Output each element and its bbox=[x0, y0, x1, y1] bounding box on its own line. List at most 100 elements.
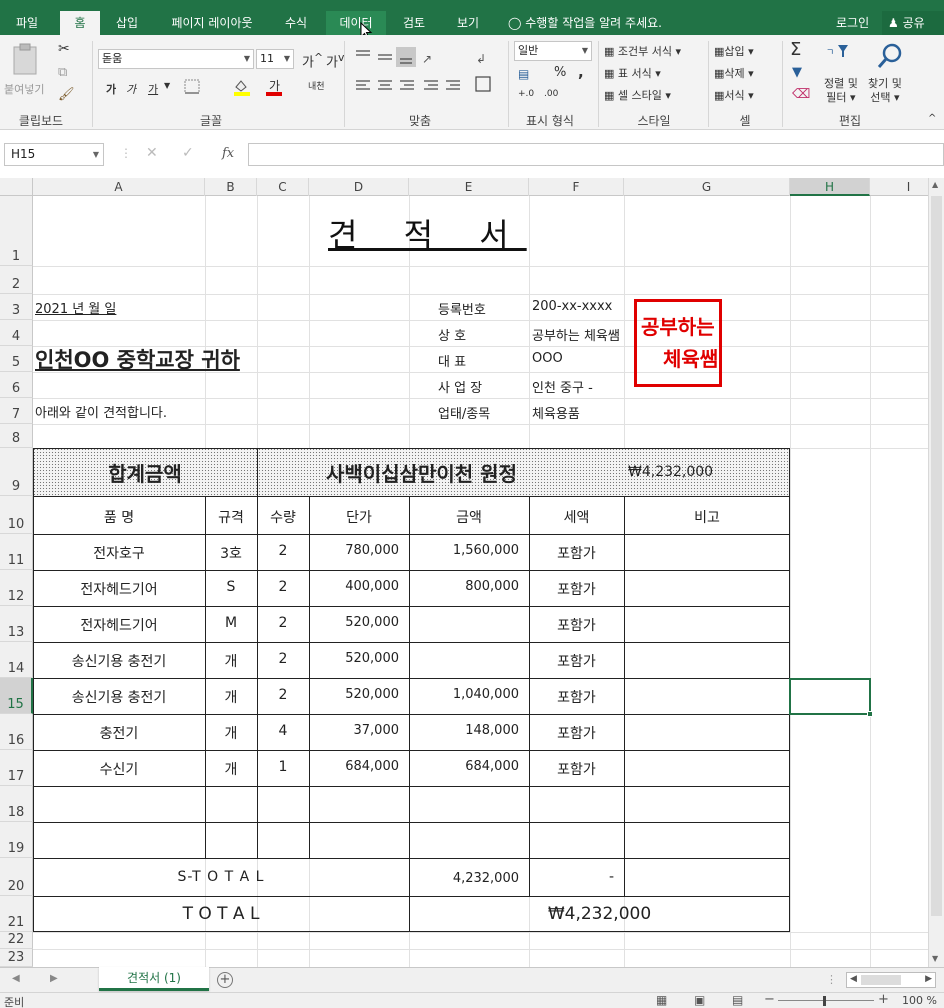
subtotal-label[interactable]: S-T O T A L bbox=[33, 869, 409, 885]
format-cells-button[interactable]: ▦서식 ▾ bbox=[714, 87, 754, 103]
item-qty[interactable]: 2 bbox=[257, 543, 309, 559]
row-header-8[interactable]: 8 bbox=[0, 424, 33, 448]
item-tax[interactable]: 포함가 bbox=[529, 615, 624, 635]
row-header-15[interactable]: 15 bbox=[0, 678, 33, 714]
clear-icon[interactable]: ⌫ bbox=[792, 87, 810, 102]
scroll-down-icon[interactable]: ▼ bbox=[932, 954, 938, 963]
increase-decimal-icon[interactable]: +.0 bbox=[518, 89, 534, 99]
column-header-d[interactable]: D bbox=[309, 178, 409, 196]
recipient-cell[interactable]: 인천OO 중학교장 귀하 bbox=[35, 344, 240, 374]
row-header-14[interactable]: 14 bbox=[0, 642, 33, 678]
underline-button[interactable]: 가 bbox=[148, 81, 158, 97]
tab-insert[interactable]: 삽입 bbox=[104, 11, 150, 35]
sheet-nav-prev-icon[interactable]: ◀ bbox=[12, 973, 20, 984]
autosum-icon[interactable]: Σ bbox=[790, 39, 801, 60]
company-seal[interactable]: 공부하는 체육쌤 bbox=[634, 299, 722, 387]
item-name[interactable]: 전자헤드기어 bbox=[33, 615, 205, 635]
name-box[interactable]: H15 ▼ bbox=[4, 143, 104, 166]
column-header-h[interactable]: H bbox=[790, 178, 870, 196]
item-spec[interactable]: 개 bbox=[205, 687, 257, 707]
tab-view[interactable]: 보기 bbox=[444, 11, 492, 35]
item-amount[interactable]: 1,560,000 bbox=[409, 543, 519, 558]
row-header-22[interactable]: 22 bbox=[0, 932, 33, 949]
currency-icon[interactable]: ▤ bbox=[518, 67, 529, 81]
total-in-words[interactable]: 사백이십삼만이천 원정 bbox=[326, 458, 517, 487]
row-header-17[interactable]: 17 bbox=[0, 750, 33, 786]
font-size-combo[interactable]: 11 ▼ bbox=[256, 49, 294, 69]
item-name[interactable]: 수신기 bbox=[33, 759, 205, 779]
font-name-combo[interactable]: 돋움 ▼ bbox=[98, 49, 254, 69]
header-note[interactable]: 비고 bbox=[624, 507, 790, 527]
zoom-in-icon[interactable]: + bbox=[878, 992, 889, 1007]
column-header-f[interactable]: F bbox=[529, 178, 624, 196]
item-spec[interactable]: 개 bbox=[205, 651, 257, 671]
row-header-2[interactable]: 2 bbox=[0, 266, 33, 294]
row-header-9[interactable]: 9 bbox=[0, 448, 33, 496]
header-qty[interactable]: 수량 bbox=[257, 507, 309, 527]
tab-home[interactable]: 홈 bbox=[60, 11, 100, 35]
item-spec[interactable]: 3호 bbox=[205, 543, 257, 563]
percent-button[interactable]: % bbox=[554, 65, 566, 80]
total-amount[interactable]: ₩4,232,000 bbox=[628, 464, 713, 480]
alignment-icons[interactable]: ↗ ↲ bbox=[352, 47, 492, 99]
grow-font-button[interactable]: 가^ bbox=[302, 51, 323, 70]
find-icon[interactable] bbox=[876, 43, 904, 71]
row-header-20[interactable]: 20 bbox=[0, 858, 33, 896]
row-header-19[interactable]: 19 bbox=[0, 822, 33, 858]
row-header-10[interactable]: 10 bbox=[0, 496, 33, 534]
info-label[interactable]: 업태/종목 bbox=[438, 403, 490, 422]
conditional-format-button[interactable]: ▦ 조건부 서식 ▾ bbox=[604, 43, 681, 59]
column-header-e[interactable]: E bbox=[409, 178, 529, 196]
copy-icon[interactable]: ⧉ bbox=[58, 65, 67, 80]
sort-filter-button[interactable]: 정렬 및 필터 ▾ bbox=[824, 77, 858, 105]
format-as-table-button[interactable]: ▦ 표 서식 ▾ bbox=[604, 65, 661, 81]
item-name[interactable]: 충전기 bbox=[33, 723, 205, 743]
collapse-ribbon-icon[interactable]: ^ bbox=[928, 113, 936, 124]
fill-color-icon[interactable] bbox=[232, 77, 252, 97]
row-header-12[interactable]: 12 bbox=[0, 570, 33, 606]
fill-icon[interactable]: ▼ bbox=[792, 65, 802, 80]
vertical-scrollbar[interactable]: ▲ ▼ bbox=[928, 178, 944, 967]
page-break-view-icon[interactable]: ▤ bbox=[732, 993, 743, 1007]
font-color-button[interactable]: 가 bbox=[266, 77, 284, 97]
item-name[interactable]: 송신기용 충전기 bbox=[33, 687, 205, 707]
info-value[interactable]: 체육용품 bbox=[532, 403, 580, 422]
scroll-right-icon[interactable]: ▶ bbox=[925, 974, 932, 984]
zoom-level[interactable]: 100 % bbox=[902, 994, 937, 1007]
active-cell-selection[interactable] bbox=[789, 678, 873, 717]
row-header-18[interactable]: 18 bbox=[0, 786, 33, 822]
info-value[interactable]: 공부하는 체육쌤 bbox=[532, 325, 620, 344]
item-spec[interactable]: S bbox=[205, 579, 257, 595]
item-tax[interactable]: 포함가 bbox=[529, 759, 624, 779]
header-amount[interactable]: 금액 bbox=[409, 507, 529, 527]
format-painter-icon[interactable]: 🖌 bbox=[58, 87, 75, 102]
info-label[interactable]: 대 표 bbox=[438, 351, 466, 370]
row-header-23[interactable]: 23 bbox=[0, 949, 33, 967]
item-price[interactable]: 520,000 bbox=[309, 615, 399, 630]
row-header-3[interactable]: 3 bbox=[0, 294, 33, 320]
cell-styles-button[interactable]: ▦ 셀 스타일 ▾ bbox=[604, 87, 671, 103]
tab-data[interactable]: 데이터 bbox=[326, 11, 386, 35]
enter-icon[interactable]: ✓ bbox=[182, 145, 194, 161]
horizontal-scrollbar[interactable]: ◀ ▶ bbox=[846, 972, 936, 988]
row-header-11[interactable]: 11 bbox=[0, 534, 33, 570]
bold-button[interactable]: 가 bbox=[106, 81, 116, 97]
login-link[interactable]: 로그인 bbox=[836, 11, 869, 35]
item-qty[interactable]: 2 bbox=[257, 579, 309, 595]
column-header-c[interactable]: C bbox=[257, 178, 309, 196]
item-amount[interactable]: 800,000 bbox=[409, 579, 519, 594]
subtotal-amount[interactable]: 4,232,000 bbox=[409, 871, 519, 886]
column-header-b[interactable]: B bbox=[205, 178, 257, 196]
item-name[interactable]: 전자호구 bbox=[33, 543, 205, 563]
decrease-decimal-icon[interactable]: .00 bbox=[544, 89, 558, 99]
row-header-7[interactable]: 7 bbox=[0, 398, 33, 424]
zoom-slider-thumb[interactable] bbox=[823, 996, 826, 1006]
normal-view-icon[interactable]: ▦ bbox=[656, 993, 667, 1007]
tab-formulas[interactable]: 수식 bbox=[272, 11, 320, 35]
item-qty[interactable]: 2 bbox=[257, 687, 309, 703]
item-qty[interactable]: 2 bbox=[257, 615, 309, 631]
tab-page-layout[interactable]: 페이지 레이아웃 bbox=[158, 11, 266, 35]
item-tax[interactable]: 포함가 bbox=[529, 723, 624, 743]
scroll-up-icon[interactable]: ▲ bbox=[932, 180, 938, 189]
item-price[interactable]: 780,000 bbox=[309, 543, 399, 558]
